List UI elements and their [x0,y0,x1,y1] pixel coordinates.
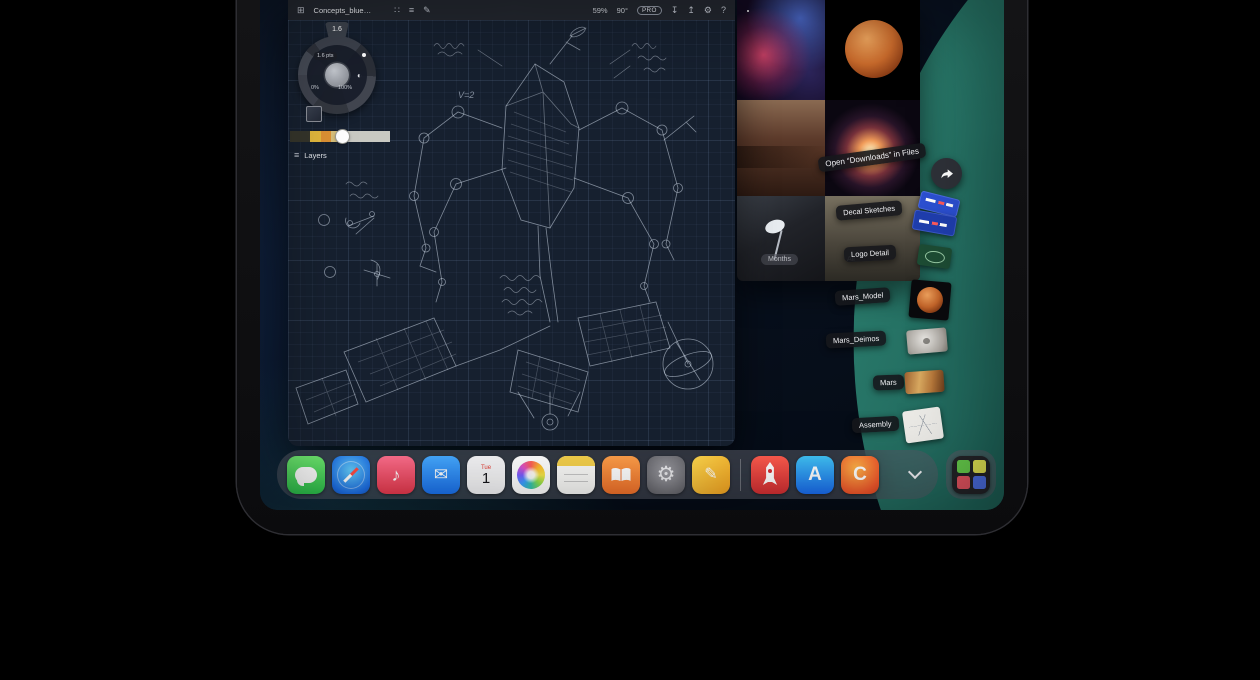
strip-knob[interactable] [336,130,349,143]
brush-size-tab[interactable]: 1.6 [325,22,349,37]
app-store-icon[interactable]: A [796,456,834,494]
pen-icon[interactable]: ✎ [423,6,431,15]
compass-needle [343,467,359,483]
canvas-preview-chip[interactable] [306,106,322,122]
file-name[interactable]: Concepts_blue… [314,6,372,15]
swatch-charcoal[interactable] [290,131,310,142]
forward-arrow-icon [939,166,955,182]
notes-header-strip [557,456,595,466]
concepts-c-icon: C [853,465,867,484]
photo-nebula[interactable] [737,0,825,100]
mars-deimos-thumbnail[interactable] [906,327,948,354]
drag-item-label[interactable]: Mars_Deimos [826,330,887,348]
rocket-window [768,469,772,473]
layers-header[interactable]: ≡ Layers [294,151,327,160]
opacity-max-label: 100% [338,85,352,91]
pencil-app-icon[interactable]: ✎ [692,456,730,494]
grid-dots-icon[interactable]: ∷ [394,6,400,15]
app-library-tile [973,476,986,489]
calendar-day: 1 [482,471,490,487]
pencil-icon: ✎ [704,467,717,483]
open-book-icon [610,467,632,483]
logo-thumbnail[interactable] [917,244,953,269]
settings-app-icon[interactable]: ⚙ [647,456,685,494]
photos-window[interactable]: Months All [737,0,920,281]
photo-mars-planet[interactable] [825,0,920,100]
app-library-tile [973,460,986,473]
ipad-screen: Months All ⊞ Concepts_blue… ∷ ≡ ✎ 59% 90… [260,0,1004,510]
safari-app-icon[interactable] [332,456,370,494]
recent-app-container [946,450,996,499]
drag-item-label[interactable]: Assembly [852,416,899,433]
app-library-tile [957,476,970,489]
mars-globe [845,20,903,78]
rotation-value[interactable]: 90° [617,6,628,15]
opacity-min-label: 0% [311,85,319,91]
download-icon[interactable]: ↧ [671,6,679,15]
mail-app-icon[interactable]: ✉ [422,456,460,494]
chat-bubble-icon [295,467,317,483]
app-store-a-icon: A [808,465,822,484]
messages-app-icon[interactable] [287,456,325,494]
notes-app-icon[interactable] [557,456,595,494]
brush-size-label: 1.6 pts [314,52,337,60]
app-library-icon[interactable] [952,456,990,494]
export-icon[interactable]: ↥ [687,6,695,15]
wheel-marker-dot [362,53,366,57]
photo-desert[interactable] [737,100,825,196]
drag-item-label[interactable]: Mars [873,374,904,390]
dock-collapse-button[interactable] [902,456,928,494]
dock-divider [740,459,741,491]
tab-months[interactable]: Months [761,254,798,265]
calendar-app-icon[interactable]: Tue 1 [467,456,505,494]
forward-share-button[interactable] [931,158,962,189]
help-icon[interactable]: ? [721,6,726,15]
concepts-app-icon[interactable]: C [841,456,879,494]
menu-icon[interactable]: ≡ [409,6,414,15]
contrast-icon[interactable]: ◐ [357,71,362,80]
dish-decoration [763,217,786,236]
layers-title: Layers [304,151,327,160]
compass-icon [337,461,365,489]
rocket-app-icon[interactable] [751,456,789,494]
app-home-icon[interactable]: ⊞ [297,6,305,15]
rocket-icon [762,462,779,487]
stars-decoration [747,10,749,12]
tool-wheel-knob[interactable] [325,63,349,87]
music-note-icon: ♪ [392,466,401,484]
books-app-icon[interactable] [602,456,640,494]
photos-app-icon[interactable] [512,456,550,494]
flower-icon [517,461,545,489]
canvas-annotation: V=2 [458,90,474,100]
pro-badge[interactable]: PRO [637,6,662,15]
gear-icon: ⚙ [657,464,676,485]
swatch-yellow[interactable] [310,131,321,142]
ipad-device: Months All ⊞ Concepts_blue… ∷ ≡ ✎ 59% 90… [237,0,1027,534]
photo-spacecraft[interactable] [737,196,825,281]
music-app-icon[interactable]: ♪ [377,456,415,494]
zoom-level[interactable]: 59% [593,6,608,15]
settings-gear-icon[interactable]: ⚙ [704,6,712,15]
mars-model-thumbnail[interactable] [908,279,951,320]
assembly-thumbnail[interactable] [902,407,944,444]
stage: Months All ⊞ Concepts_blue… ∷ ≡ ✎ 59% 90… [0,0,1260,680]
color-strip[interactable] [290,131,390,142]
drag-item-label[interactable]: Logo Detail [844,245,897,263]
chevron-down-icon [908,465,922,479]
layers-menu-icon: ≡ [294,151,299,160]
notes-line [564,481,588,483]
envelope-icon: ✉ [434,466,448,483]
concepts-window: ⊞ Concepts_blue… ∷ ≡ ✎ 59% 90° PRO ↧ ↥ ⚙… [288,0,735,446]
notes-line [564,474,588,476]
app-library-tile [957,460,970,473]
dock: ♪ ✉ Tue 1 ⚙ [277,450,938,499]
mars-thumbnail[interactable] [904,370,944,395]
concepts-toolbar: ⊞ Concepts_blue… ∷ ≡ ✎ 59% 90° PRO ↧ ↥ ⚙… [288,0,735,20]
swatch-orange[interactable] [321,131,331,142]
tool-wheel[interactable]: 1.6 1.6 pts 0% 100% ◐ [298,36,376,114]
